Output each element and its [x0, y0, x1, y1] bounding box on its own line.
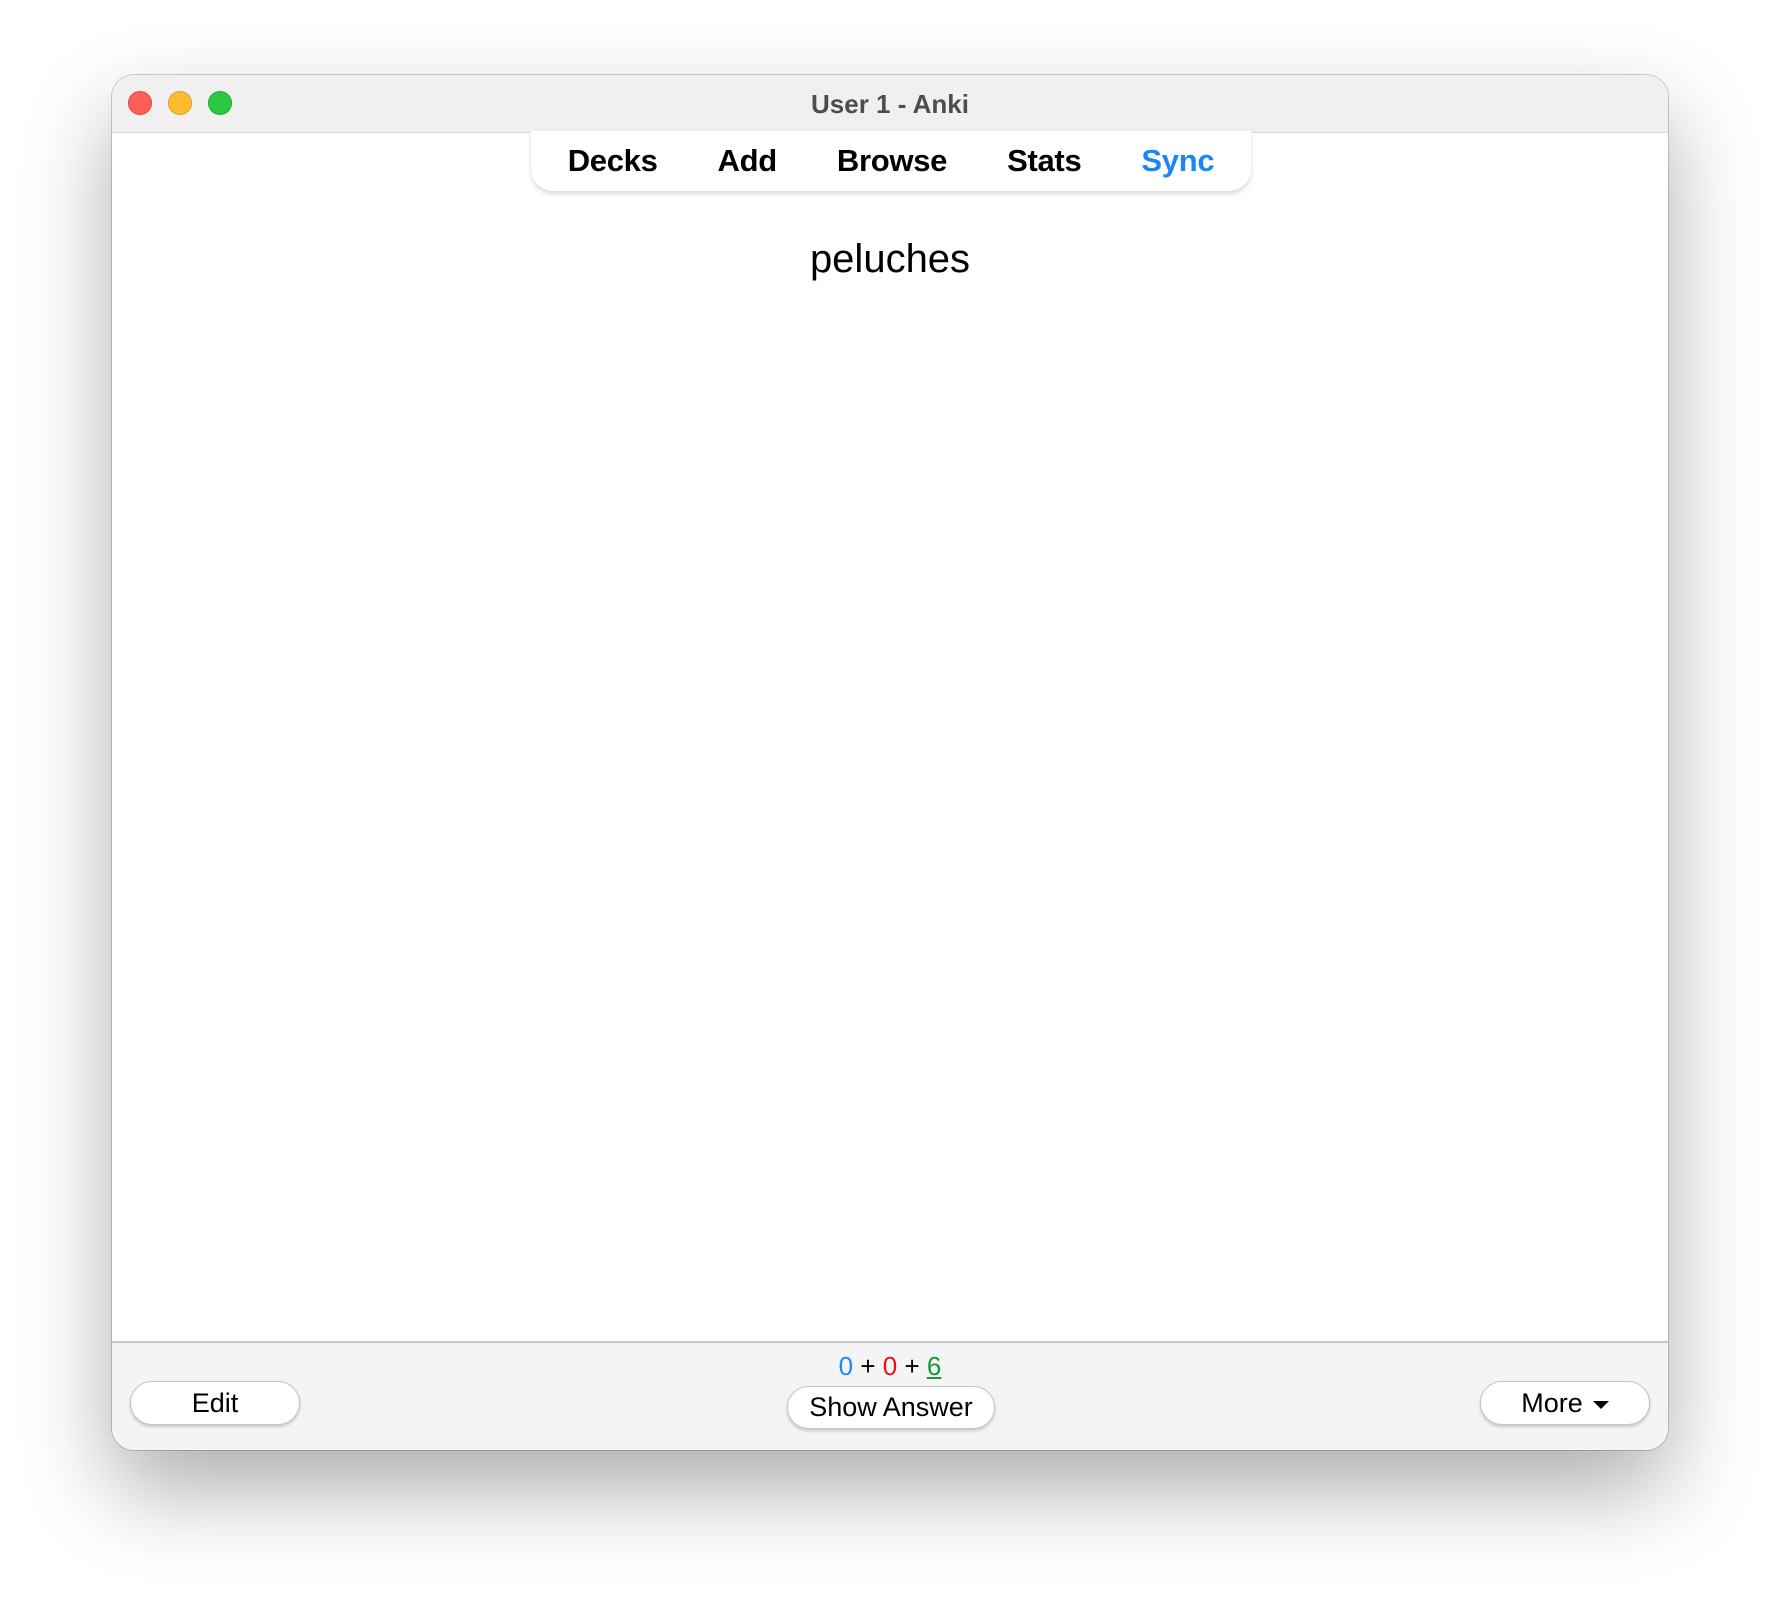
learning-count: 0 [882, 1351, 898, 1381]
main-toolbar: Decks Add Browse Stats Sync [531, 131, 1251, 191]
window-title: User 1 - Anki [811, 89, 969, 119]
toolbar-sync[interactable]: Sync [1111, 143, 1244, 179]
review-content: Decks Add Browse Stats Sync peluches [112, 131, 1668, 1341]
bottom-bar: Edit 0 + 0 + 6 Show Answer More [112, 1341, 1668, 1450]
toolbar-decks[interactable]: Decks [538, 143, 688, 179]
edit-button-label: Edit [191, 1387, 239, 1418]
count-separator: + [860, 1351, 876, 1381]
toolbar-add[interactable]: Add [688, 143, 807, 179]
new-count: 0 [838, 1351, 854, 1381]
title-bar: User 1 - Anki [112, 75, 1668, 133]
show-answer-label: Show Answer [809, 1392, 973, 1422]
more-button[interactable]: More [1480, 1381, 1650, 1425]
anki-window: User 1 - Anki Decks Add Browse Stats Syn… [112, 75, 1668, 1450]
caret-down-icon [1592, 1401, 1609, 1409]
toolbar-stats[interactable]: Stats [977, 143, 1111, 179]
more-button-label: More [1521, 1387, 1583, 1418]
edit-button[interactable]: Edit [130, 1381, 300, 1425]
review-count: 6 [926, 1351, 942, 1381]
toolbar-browse[interactable]: Browse [807, 143, 977, 179]
card-question: peluches [809, 237, 971, 281]
show-answer-button[interactable]: Show Answer [787, 1386, 995, 1429]
due-counts: 0 + 0 + 6 [112, 1351, 1668, 1382]
count-separator: + [904, 1351, 920, 1381]
